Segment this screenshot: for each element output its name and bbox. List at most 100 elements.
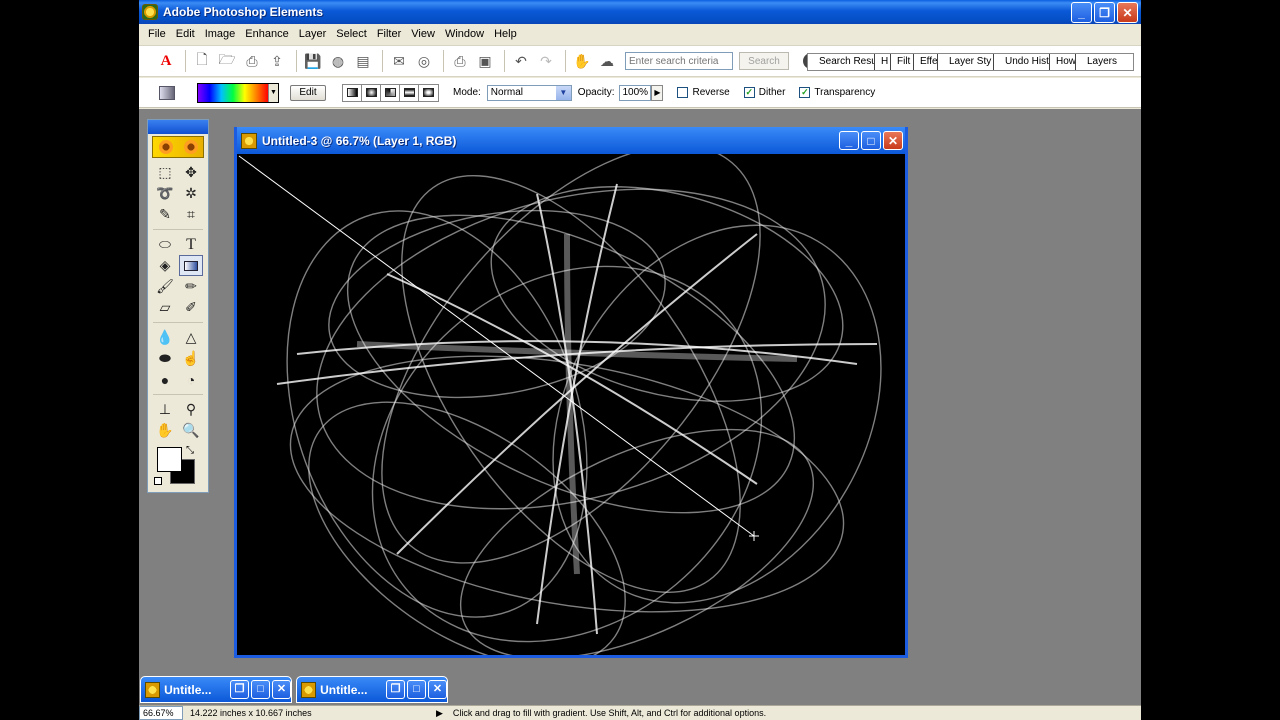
search-button[interactable]: Search: [739, 52, 789, 70]
marquee-tool-icon[interactable]: ⬚: [153, 162, 177, 183]
gradient-picker[interactable]: ▼: [197, 82, 279, 103]
maximize-button[interactable]: □: [251, 680, 270, 699]
palette-tab-undo-history[interactable]: Undo Histo: [994, 54, 1050, 70]
close-button[interactable]: ✕: [272, 680, 291, 699]
menu-enhance[interactable]: Enhance: [240, 28, 293, 40]
document-close-button[interactable]: ✕: [883, 131, 903, 150]
burn-tool-icon[interactable]: ◔: [179, 369, 203, 390]
angle-gradient-icon[interactable]: [381, 84, 400, 101]
new-file-icon[interactable]: 🗋: [191, 50, 213, 72]
minimized-document[interactable]: Untitle... ❐ □ ✕: [296, 676, 448, 703]
import-icon[interactable]: ⎙: [241, 50, 263, 72]
chevron-right-icon[interactable]: ▶: [651, 84, 664, 101]
online-services-icon[interactable]: ◎: [413, 50, 435, 72]
red-eye-brush-tool-icon[interactable]: ✐: [179, 297, 203, 318]
shape-tool-icon[interactable]: ⬭: [153, 234, 177, 255]
open-folder-icon[interactable]: 🗁: [216, 50, 238, 72]
print-preview-icon[interactable]: ▣: [474, 50, 496, 72]
diamond-gradient-icon[interactable]: [419, 85, 438, 101]
search-input[interactable]: [625, 52, 733, 70]
pdf-icon[interactable]: ▤: [352, 50, 374, 72]
default-colors-icon[interactable]: [154, 477, 162, 485]
close-button[interactable]: ✕: [1117, 2, 1138, 23]
palette-tab-hints[interactable]: H: [875, 54, 891, 70]
menu-file[interactable]: File: [143, 28, 171, 40]
document-minimize-button[interactable]: _: [839, 131, 859, 150]
clone-stamp-tool-icon[interactable]: ⊥: [153, 399, 177, 420]
restore-button[interactable]: ❐: [1094, 2, 1115, 23]
pencil-tool-icon[interactable]: ✏: [179, 276, 203, 297]
paint-bucket-tool-icon[interactable]: ◈: [153, 255, 177, 276]
selection-brush-tool-icon[interactable]: ✎: [153, 204, 177, 225]
sponge-tool-icon[interactable]: ⬬: [153, 348, 177, 369]
chevron-down-icon[interactable]: ▼: [555, 85, 571, 100]
scanner-icon[interactable]: ⇪: [266, 50, 288, 72]
minimized-document[interactable]: Untitle... ❐ □ ✕: [140, 676, 292, 703]
magic-wand-tool-icon[interactable]: ✲: [179, 183, 203, 204]
menu-help[interactable]: Help: [489, 28, 522, 40]
gradient-tool-preset-icon[interactable]: [159, 85, 175, 100]
attach-email-icon[interactable]: ✉: [388, 50, 410, 72]
status-menu-arrow-icon[interactable]: ▶: [436, 708, 443, 719]
transparency-checkbox[interactable]: ✓ Transparency: [799, 87, 875, 98]
restore-button[interactable]: ❐: [230, 680, 249, 699]
zoom-field[interactable]: 66.67%: [139, 706, 183, 720]
crop-tool-icon[interactable]: ⌗: [179, 204, 203, 225]
palette-tab-layers[interactable]: Layers: [1076, 54, 1133, 70]
undo-icon[interactable]: ↶: [510, 50, 532, 72]
radial-gradient-icon[interactable]: [362, 84, 381, 101]
chevron-down-icon[interactable]: ▼: [268, 83, 278, 102]
reverse-checkbox[interactable]: Reverse: [677, 87, 730, 98]
hand-tool-icon[interactable]: ✋: [153, 420, 177, 441]
step-backward-icon[interactable]: ✋: [571, 50, 593, 72]
type-tool-icon[interactable]: T: [179, 234, 203, 255]
image-canvas[interactable]: [237, 154, 905, 655]
maximize-button[interactable]: □: [407, 680, 426, 699]
edit-gradient-button[interactable]: Edit: [290, 84, 326, 101]
save-for-web-icon[interactable]: ◍: [327, 50, 349, 72]
eraser-tool-icon[interactable]: ▱: [153, 297, 177, 318]
lasso-tool-icon[interactable]: ➰: [153, 183, 177, 204]
save-icon[interactable]: 💾: [302, 50, 324, 72]
transparency-checkbox-box[interactable]: ✓: [799, 87, 811, 98]
brush-tool-icon[interactable]: 🖌: [153, 276, 177, 297]
palette-tab-filters[interactable]: Filt: [891, 54, 914, 70]
minimize-button[interactable]: _: [1071, 2, 1092, 23]
redo-icon[interactable]: ↷: [535, 50, 557, 72]
dodge-tool-icon[interactable]: ●: [153, 369, 177, 390]
linear-gradient-icon[interactable]: [343, 84, 362, 101]
move-tool-icon[interactable]: ✥: [179, 162, 203, 183]
reverse-checkbox-box[interactable]: [677, 87, 689, 98]
palette-tab-search-results[interactable]: Search Resu: [808, 54, 875, 70]
document-maximize-button[interactable]: □: [861, 131, 881, 150]
menu-edit[interactable]: Edit: [171, 28, 200, 40]
zoom-tool-icon[interactable]: 🔍: [179, 420, 203, 441]
menu-select[interactable]: Select: [331, 28, 372, 40]
document-size[interactable]: 14.222 inches x 10.667 inches: [190, 708, 370, 718]
menu-image[interactable]: Image: [200, 28, 241, 40]
opacity-field[interactable]: 100%: [619, 84, 652, 101]
menu-window[interactable]: Window: [440, 28, 489, 40]
online-help-icon[interactable]: ☁: [596, 50, 618, 72]
mode-select[interactable]: Normal ▼: [486, 84, 572, 101]
toolbox-logo[interactable]: [152, 136, 204, 158]
palette-tab-layer-styles[interactable]: Layer Sty: [938, 54, 994, 70]
document-title-bar[interactable]: Untitled-3 @ 66.7% (Layer 1, RGB) _ □ ✕: [237, 127, 905, 154]
dither-checkbox[interactable]: ✓ Dither: [743, 87, 785, 98]
menu-view[interactable]: View: [406, 28, 440, 40]
smudge-tool-icon[interactable]: ☝: [179, 348, 203, 369]
adobe-logo-icon[interactable]: A: [155, 50, 177, 72]
foreground-color[interactable]: [157, 447, 182, 472]
restore-button[interactable]: ❐: [386, 680, 405, 699]
toolbox-grip[interactable]: [148, 120, 208, 134]
reflected-gradient-icon[interactable]: [400, 84, 419, 101]
eyedropper-tool-icon[interactable]: ⚲: [179, 399, 203, 420]
print-icon[interactable]: ⎙: [449, 50, 471, 72]
close-button[interactable]: ✕: [428, 680, 447, 699]
sharpen-tool-icon[interactable]: △: [179, 327, 203, 348]
palette-tab-how-to[interactable]: How: [1050, 54, 1076, 70]
blur-tool-icon[interactable]: 💧: [153, 327, 177, 348]
menu-filter[interactable]: Filter: [372, 28, 406, 40]
palette-tab-effects[interactable]: Effe: [914, 54, 938, 70]
menu-layer[interactable]: Layer: [294, 28, 332, 40]
